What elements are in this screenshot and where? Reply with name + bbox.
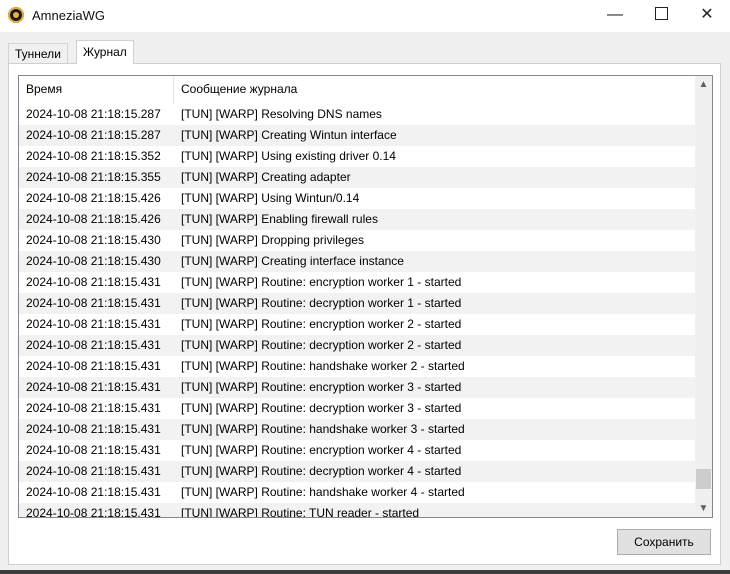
save-button[interactable]: Сохранить: [617, 529, 711, 555]
log-row[interactable]: 2024-10-08 21:18:15.431 [TUN] [WARP] Rout…: [19, 377, 695, 398]
log-row-time: 2024-10-08 21:18:15.355: [26, 170, 161, 184]
window-title: AmneziaWG: [32, 8, 105, 23]
log-row[interactable]: 2024-10-08 21:18:15.431 [TUN] [WARP] Rout…: [19, 461, 695, 482]
log-row-time: 2024-10-08 21:18:15.431: [26, 443, 161, 457]
column-header-message[interactable]: Сообщение журнала: [174, 76, 695, 104]
log-row-message: [TUN] [WARP] Routine: encryption worker …: [181, 317, 462, 331]
log-row[interactable]: 2024-10-08 21:18:15.431 [TUN] [WARP] Rout…: [19, 398, 695, 419]
close-icon: ✕: [700, 6, 714, 23]
log-row[interactable]: 2024-10-08 21:18:15.431 [TUN] [WARP] Rout…: [19, 293, 695, 314]
log-row-message: [TUN] [WARP] Routine: handshake worker 3…: [181, 422, 465, 436]
log-row-time: 2024-10-08 21:18:15.352: [26, 149, 161, 163]
log-row[interactable]: 2024-10-08 21:18:15.287 [TUN] [WARP] Reso…: [19, 104, 695, 125]
log-row-message: [TUN] [WARP] Routine: encryption worker …: [181, 380, 462, 394]
tab-log[interactable]: Журнал: [76, 40, 134, 64]
log-row-message: [TUN] [WARP] Using Wintun/0.14: [181, 191, 360, 205]
close-button[interactable]: ✕: [684, 0, 730, 32]
log-row-message: [TUN] [WARP] Routine: decryption worker …: [181, 464, 462, 478]
log-row[interactable]: 2024-10-08 21:18:15.426 [TUN] [WARP] Enab…: [19, 209, 695, 230]
log-row-message: [TUN] [WARP] Creating interface instance: [181, 254, 404, 268]
log-row-time: 2024-10-08 21:18:15.426: [26, 191, 161, 205]
column-header-time[interactable]: Время: [19, 76, 174, 104]
log-row-message: [TUN] [WARP] Routine: handshake worker 4…: [181, 485, 465, 499]
log-row-message: [TUN] [WARP] Resolving DNS names: [181, 107, 382, 121]
log-row-message: [TUN] [WARP] Using existing driver 0.14: [181, 149, 396, 163]
tab-tunnels[interactable]: Туннели: [8, 43, 68, 64]
log-row-time: 2024-10-08 21:18:15.431: [26, 317, 161, 331]
minimize-button[interactable]: —: [592, 0, 638, 32]
log-row-message: [TUN] [WARP] Routine: TUN reader - start…: [181, 506, 420, 518]
log-row-message: [TUN] [WARP] Creating Wintun interface: [181, 128, 397, 142]
log-row-time: 2024-10-08 21:18:15.431: [26, 485, 161, 499]
log-row-message: [TUN] [WARP] Routine: encryption worker …: [181, 275, 462, 289]
log-row-message: [TUN] [WARP] Creating adapter: [181, 170, 351, 184]
log-list-header: Время Сообщение журнала: [19, 76, 695, 104]
log-row[interactable]: 2024-10-08 21:18:15.426 [TUN] [WARP] Usin…: [19, 188, 695, 209]
log-row[interactable]: 2024-10-08 21:18:15.431 [TUN] [WARP] Rout…: [19, 356, 695, 377]
log-row[interactable]: 2024-10-08 21:18:15.431 [TUN] [WARP] Rout…: [19, 419, 695, 440]
maximize-icon: [654, 7, 668, 21]
log-row-time: 2024-10-08 21:18:15.431: [26, 359, 161, 373]
log-row[interactable]: 2024-10-08 21:18:15.430 [TUN] [WARP] Drop…: [19, 230, 695, 251]
scroll-up-icon[interactable]: ▲: [695, 76, 712, 93]
window-bottom-edge: [0, 570, 730, 574]
log-row[interactable]: 2024-10-08 21:18:15.431 [TUN] [WARP] Rout…: [19, 440, 695, 461]
log-row[interactable]: 2024-10-08 21:18:15.431 [TUN] [WARP] Rout…: [19, 482, 695, 503]
log-row[interactable]: 2024-10-08 21:18:15.431 [TUN] [WARP] Rout…: [19, 314, 695, 335]
log-row[interactable]: 2024-10-08 21:18:15.431 [TUN] [WARP] Rout…: [19, 272, 695, 293]
log-row-time: 2024-10-08 21:18:15.431: [26, 275, 161, 289]
log-row[interactable]: 2024-10-08 21:18:15.431 [TUN] [WARP] Rout…: [19, 503, 695, 518]
log-row-time: 2024-10-08 21:18:15.287: [26, 128, 161, 142]
log-row-message: [TUN] [WARP] Routine: encryption worker …: [181, 443, 462, 457]
log-row-time: 2024-10-08 21:18:15.426: [26, 212, 161, 226]
log-row-message: [TUN] [WARP] Routine: decryption worker …: [181, 296, 462, 310]
log-row-time: 2024-10-08 21:18:15.430: [26, 233, 161, 247]
log-row[interactable]: 2024-10-08 21:18:15.355 [TUN] [WARP] Crea…: [19, 167, 695, 188]
vertical-scrollbar[interactable]: ▲ ▼: [695, 76, 712, 517]
log-row[interactable]: 2024-10-08 21:18:15.430 [TUN] [WARP] Crea…: [19, 251, 695, 272]
log-row-time: 2024-10-08 21:18:15.431: [26, 338, 161, 352]
maximize-button[interactable]: [638, 0, 684, 32]
log-row-message: [TUN] [WARP] Routine: handshake worker 2…: [181, 359, 465, 373]
log-row-time: 2024-10-08 21:18:15.431: [26, 401, 161, 415]
log-row[interactable]: 2024-10-08 21:18:15.287 [TUN] [WARP] Crea…: [19, 125, 695, 146]
log-row-time: 2024-10-08 21:18:15.431: [26, 506, 161, 518]
log-row-message: [TUN] [WARP] Enabling firewall rules: [181, 212, 378, 226]
title-bar: AmneziaWG — ✕: [0, 0, 730, 32]
log-row[interactable]: 2024-10-08 21:18:15.352 [TUN] [WARP] Usin…: [19, 146, 695, 167]
log-row-time: 2024-10-08 21:18:15.431: [26, 464, 161, 478]
log-row-time: 2024-10-08 21:18:15.431: [26, 422, 161, 436]
log-row[interactable]: 2024-10-08 21:18:15.431 [TUN] [WARP] Rout…: [19, 335, 695, 356]
amneziawg-logo-icon: [8, 7, 24, 23]
minimize-icon: —: [607, 6, 623, 23]
log-row-time: 2024-10-08 21:18:15.430: [26, 254, 161, 268]
scroll-down-icon[interactable]: ▼: [695, 500, 712, 517]
log-row-time: 2024-10-08 21:18:15.431: [26, 296, 161, 310]
log-row-time: 2024-10-08 21:18:15.287: [26, 107, 161, 121]
log-tab-panel: Время Сообщение журнала 2024-10-08 21:18…: [8, 63, 721, 565]
log-row-time: 2024-10-08 21:18:15.431: [26, 380, 161, 394]
log-rows: 2024-10-08 21:18:15.287 [TUN] [WARP] Reso…: [19, 104, 695, 518]
log-row-message: [TUN] [WARP] Dropping privileges: [181, 233, 364, 247]
scroll-thumb[interactable]: [696, 469, 711, 489]
log-list[interactable]: Время Сообщение журнала 2024-10-08 21:18…: [18, 75, 713, 518]
log-row-message: [TUN] [WARP] Routine: decryption worker …: [181, 401, 462, 415]
log-row-message: [TUN] [WARP] Routine: decryption worker …: [181, 338, 462, 352]
